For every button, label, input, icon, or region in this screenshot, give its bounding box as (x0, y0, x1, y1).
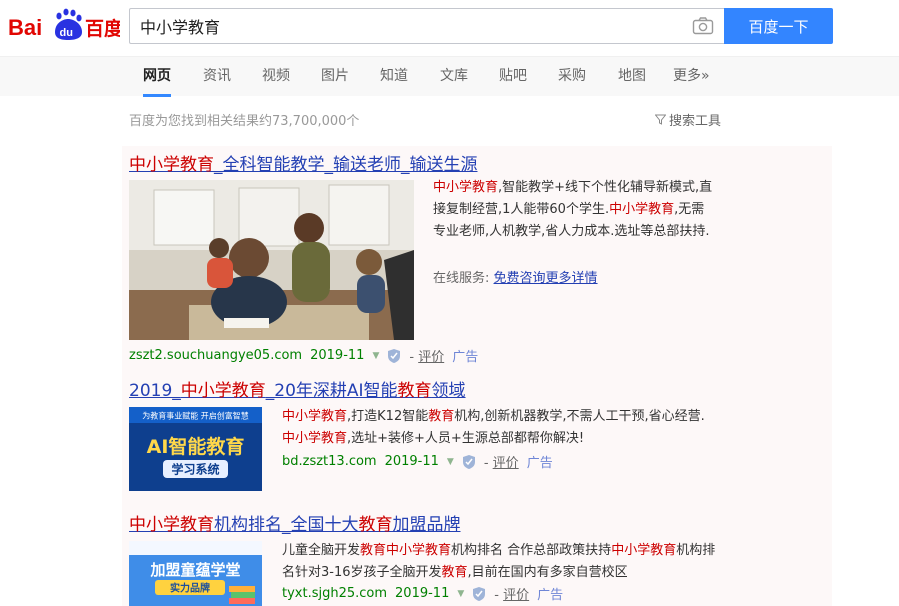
service-row: 在线服务: 免费咨询更多详情 (433, 268, 598, 290)
svg-text:du: du (60, 27, 73, 39)
text-segment: _20年深耕AI智能 (265, 381, 398, 401)
nav-tabs: 网页 资讯 视频 图片 知道 文库 贴吧 采购 地图 更多» (0, 56, 899, 97)
ad-image-tongyun[interactable]: 加盟童蕴学堂 实力品牌 (129, 541, 262, 606)
highlight-term: 中小学教育 (282, 409, 348, 424)
image-sub-text: 学习系统 (171, 462, 219, 477)
search-input[interactable] (140, 9, 680, 43)
search-tools-label: 搜索工具 (669, 114, 722, 129)
text-segment: 加盟品牌 (392, 515, 461, 535)
result-desc: 儿童全脑开发教育中小学教育机构排名 合作总部政策扶持中小学教育机构排名针对3-1… (282, 540, 716, 584)
highlight-term: 教育 (428, 409, 455, 424)
search-box (129, 8, 724, 44)
result-meta: zszt2.souchuangye05.com 2019-11 ▼ - 评价 广… (129, 346, 479, 365)
search-button[interactable]: 百度一下 (724, 8, 833, 44)
review-link[interactable]: 评价 (503, 588, 529, 603)
svg-text:Bai: Bai (8, 15, 42, 40)
tab-tieba[interactable]: 贴吧 (499, 57, 527, 97)
tab-more[interactable]: 更多» (673, 57, 710, 97)
shield-icon[interactable] (472, 586, 486, 602)
image-sub-text: 实力品牌 (170, 582, 210, 595)
consult-link[interactable]: 免费咨询更多详情 (494, 271, 598, 286)
highlight-term: 教育 (397, 381, 432, 401)
search-tools[interactable]: 搜索工具 (655, 110, 721, 129)
review-link[interactable]: 评价 (493, 456, 519, 471)
text-segment: 2019_ (129, 381, 181, 401)
ad-label[interactable]: 广告 (452, 346, 478, 365)
result-url[interactable]: bd.zszt13.com (282, 454, 377, 469)
image-title-text: AI智能教育 (147, 435, 245, 458)
result-title[interactable]: 中小学教育机构排名_全国十大教育加盟品牌 (129, 510, 461, 535)
result-count: 百度为您找到相关结果约73,700,000个 (129, 114, 360, 129)
text-segment: ,选址+装修+人员+生源总部都帮你解决! (347, 431, 585, 446)
text-segment: _全科智能教学_输送老师_输送生源 (214, 155, 478, 175)
dropdown-arrow-icon[interactable]: ▼ (372, 351, 379, 361)
filter-icon (655, 114, 666, 125)
service-label: 在线服务: (433, 271, 490, 286)
ad-image-ai-education[interactable]: 为教育事业赋能 开启创富智慧 AI智能教育 学习系统 (129, 407, 262, 491)
highlight-term: 中小学教育 (611, 543, 677, 558)
result-date: 2019-11 (384, 454, 439, 469)
highlight-term: 中小学教育 (609, 202, 675, 217)
review-link[interactable]: 评价 (418, 350, 444, 365)
ad-label[interactable]: 广告 (537, 584, 563, 603)
highlight-term: 中小学教育 (282, 431, 348, 446)
highlight-term: 中小学教育 (129, 515, 214, 535)
svg-text:百度: 百度 (85, 17, 120, 40)
text-segment: 机构排名_全国十大 (214, 515, 359, 535)
result-title[interactable]: 2019_中小学教育_20年深耕AI智能教育领域 (129, 376, 466, 401)
tab-news[interactable]: 资讯 (203, 57, 231, 97)
result-date: 2019-11 (310, 348, 365, 363)
tab-map[interactable]: 地图 (618, 57, 646, 97)
shield-icon[interactable] (462, 454, 476, 470)
baidu-logo[interactable]: Bai du 百度 (8, 6, 120, 44)
camera-icon[interactable] (692, 16, 714, 36)
ad-label[interactable]: 广告 (527, 452, 553, 471)
result-url[interactable]: zszt2.souchuangye05.com (129, 348, 302, 363)
text-segment: 机构,创新机器教学,不需人工干预,省心经营. (454, 409, 705, 424)
classroom-photo[interactable] (129, 180, 414, 340)
result-title[interactable]: 中小学教育_全科智能教学_输送老师_输送生源 (129, 150, 478, 175)
tab-video[interactable]: 视频 (262, 57, 290, 97)
tab-web[interactable]: 网页 (143, 57, 171, 97)
highlight-term: 中小学教育 (386, 543, 452, 558)
tab-images[interactable]: 图片 (321, 57, 349, 97)
result-url[interactable]: tyxt.sjgh25.com (282, 586, 387, 601)
dropdown-arrow-icon[interactable]: ▼ (457, 589, 464, 599)
highlight-term: 教育 (441, 565, 468, 580)
tab-zhidao[interactable]: 知道 (380, 57, 408, 97)
dropdown-arrow-icon[interactable]: ▼ (447, 457, 454, 467)
highlight-term: 教育 (360, 543, 387, 558)
result-desc: 中小学教育,智能教学+线下个性化辅导新模式,直接复制经营,1人能带60个学生.中… (433, 177, 715, 243)
highlight-term: 中小学教育 (180, 381, 266, 401)
result-date: 2019-11 (395, 586, 450, 601)
text-segment: ,打造K12智能 (347, 409, 429, 424)
tab-wenku[interactable]: 文库 (440, 57, 468, 97)
text-segment: 机构排名 合作总部政策扶持 (451, 543, 612, 558)
header: Bai du 百度 百度一下 (0, 0, 899, 56)
tab-caigou[interactable]: 采购 (558, 57, 586, 97)
highlight-term: 中小学教育 (129, 155, 214, 175)
text-segment: ,目前在国内有多家自营校区 (467, 565, 628, 580)
text-segment: 领域 (431, 381, 466, 401)
result-desc: 中小学教育,打造K12智能教育机构,创新机器教学,不需人工干预,省心经营.中小学… (282, 406, 714, 450)
highlight-term: 教育 (358, 515, 393, 535)
result-meta: bd.zszt13.com 2019-11 ▼ - 评价 广告 (282, 452, 553, 471)
image-title-text: 加盟童蕴学堂 (149, 561, 240, 579)
result-meta: tyxt.sjgh25.com 2019-11 ▼ - 评价 广告 (282, 584, 564, 603)
text-segment: 儿童全脑开发 (282, 543, 361, 558)
image-banner-text: 为教育事业赋能 开启创富智慧 (142, 411, 249, 421)
shield-icon[interactable] (387, 348, 401, 364)
highlight-term: 中小学教育 (433, 180, 499, 195)
